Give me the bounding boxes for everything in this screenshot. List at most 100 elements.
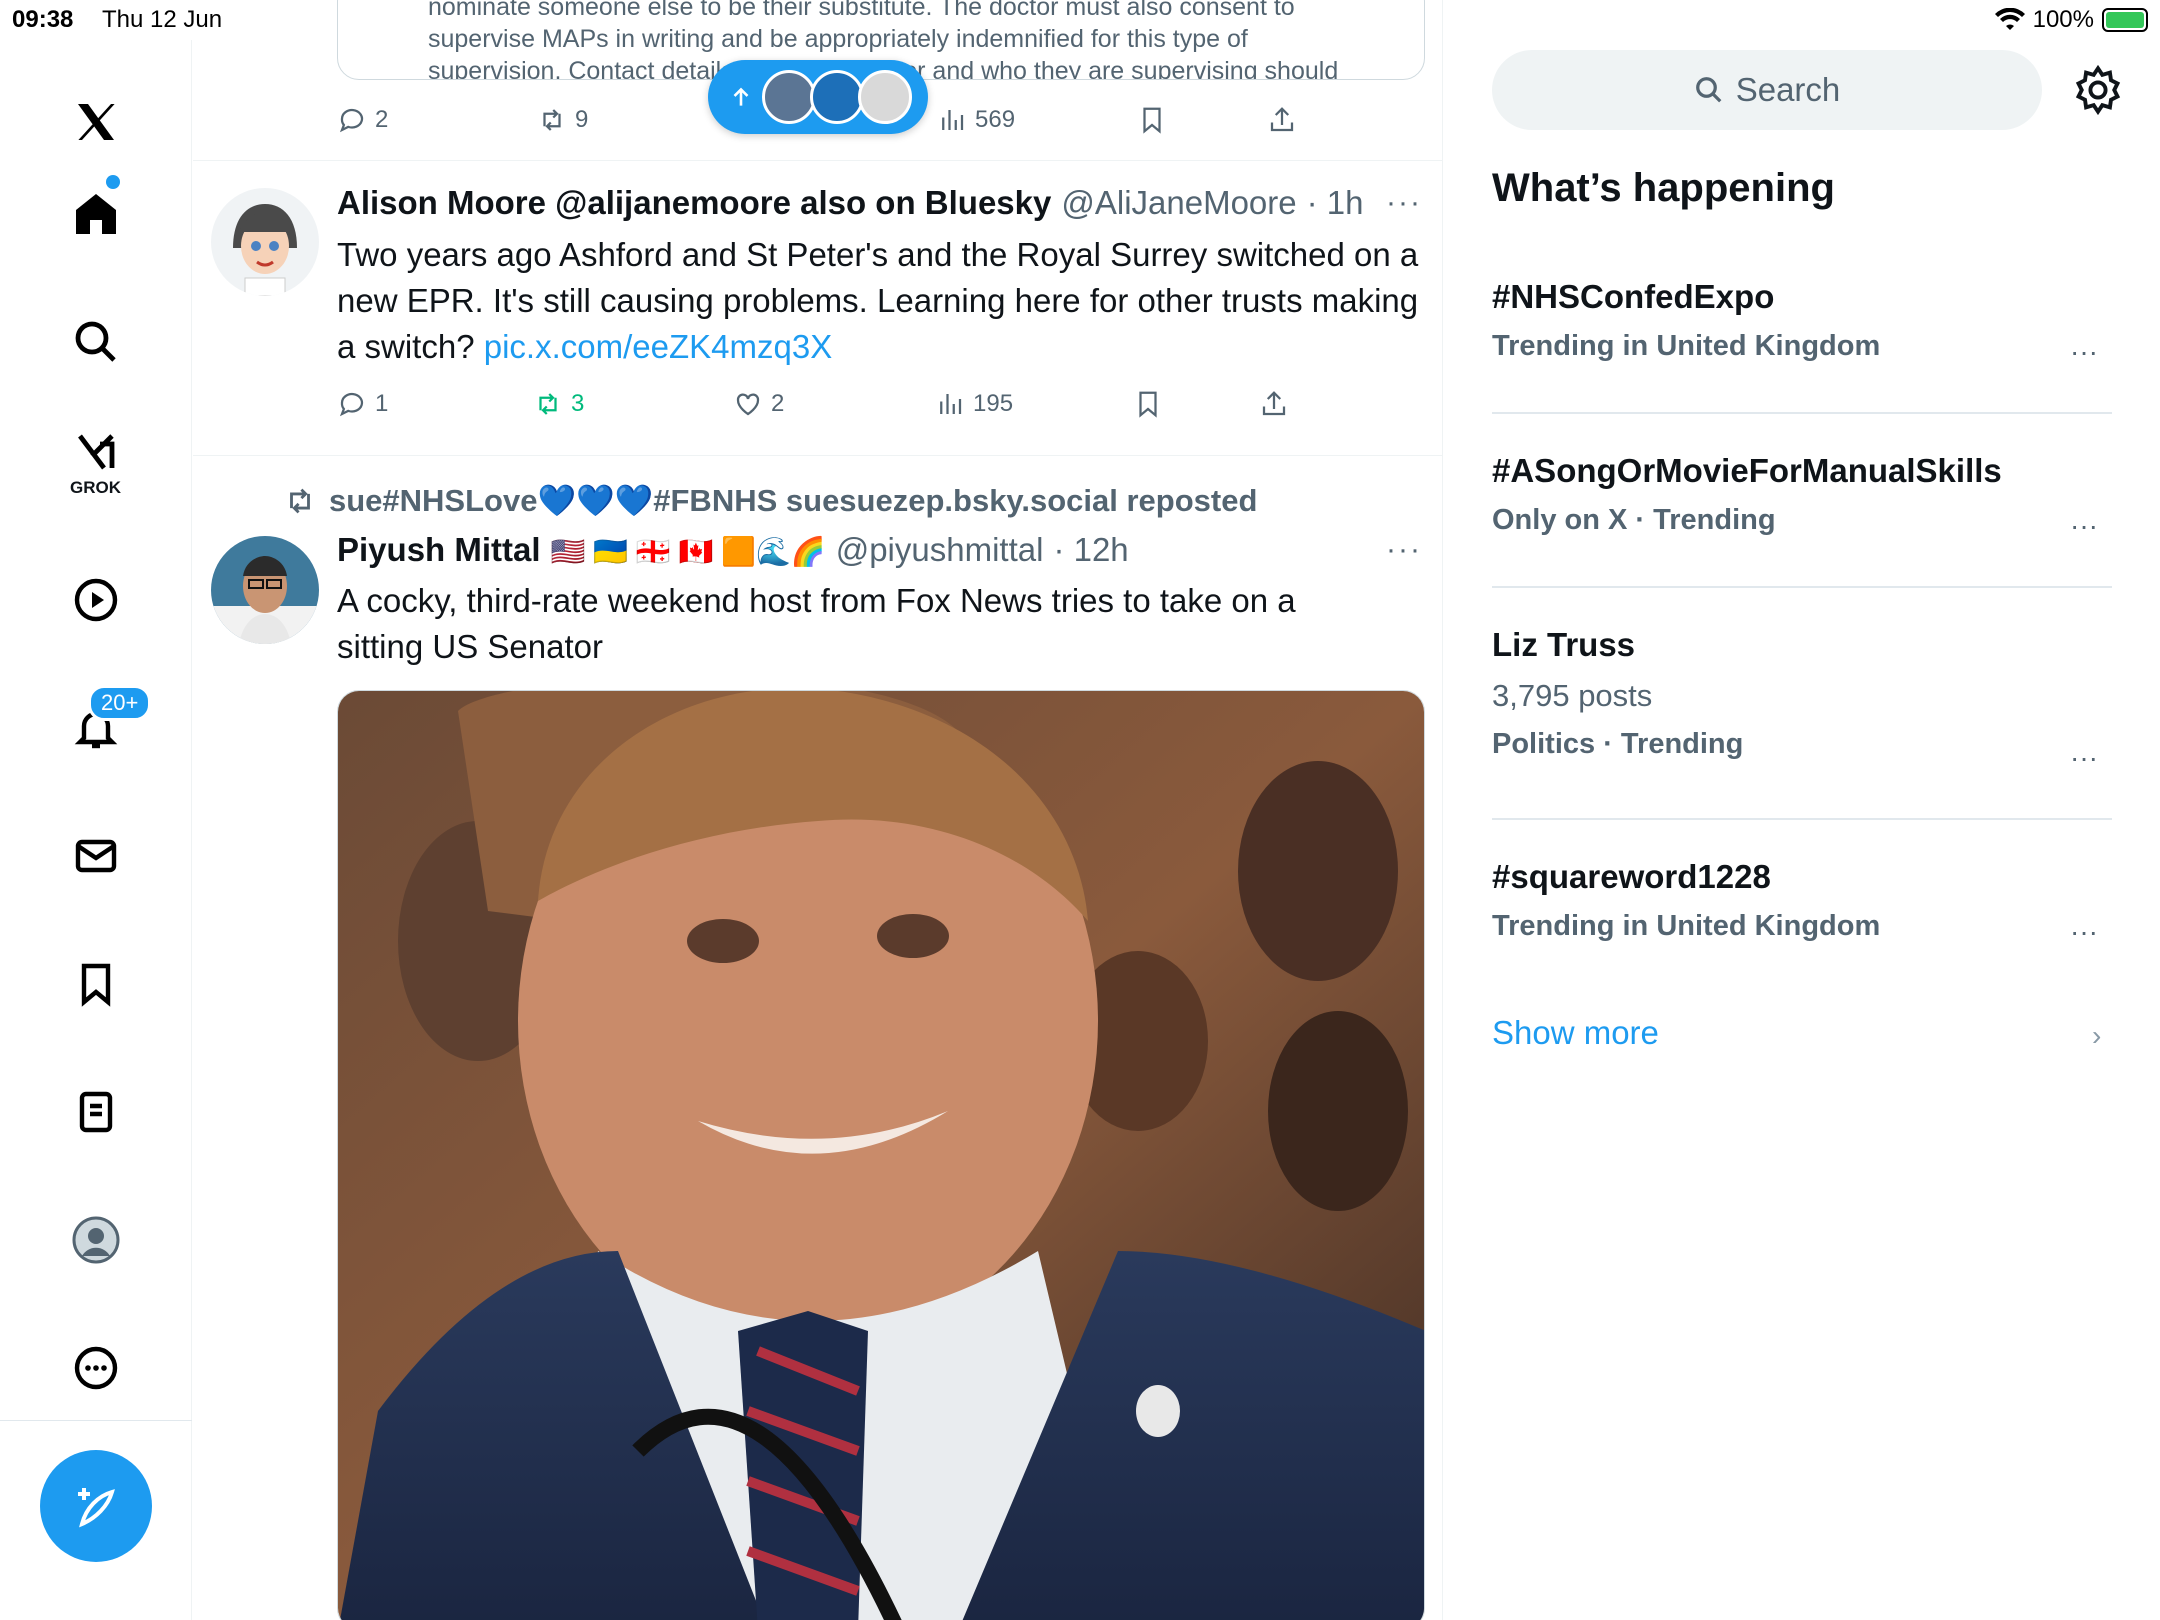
trend-name: Liz Truss xyxy=(1492,626,1636,663)
bookmark-icon xyxy=(1143,107,1161,134)
trend-divider xyxy=(1492,412,2112,414)
views-count: 569 xyxy=(975,106,1016,133)
post-link[interactable]: pic.x.com/eeZK4mzq3X xyxy=(484,328,832,365)
nav-divider xyxy=(0,1420,192,1421)
right-sidebar: Search What’s happening #NHSConfedExpo T… xyxy=(1444,0,2160,1620)
reply-count: 1 xyxy=(375,390,389,417)
post-time[interactable]: · 12h xyxy=(1053,531,1128,569)
chevron-right-icon: › xyxy=(2092,1020,2102,1051)
heart-icon xyxy=(736,393,760,416)
post-more-button[interactable]: ··· xyxy=(1386,533,1422,567)
views-button[interactable]: 195 xyxy=(935,389,1013,419)
profile-avatar-icon[interactable] xyxy=(64,1208,128,1272)
author-name[interactable]: Piyush Mittal xyxy=(337,531,541,569)
views-chart-icon xyxy=(942,110,964,130)
author-handle[interactable]: @AliJaneMoore xyxy=(1061,184,1296,222)
avatar[interactable] xyxy=(211,188,319,296)
author-handle[interactable]: @piyushmittal xyxy=(836,531,1044,569)
trend-context: Trending in United Kingdom xyxy=(1492,330,1881,362)
reposted-by-text: sue#NHSLove💙💙💙#FBNHS suesuezep.bsky.soci… xyxy=(329,483,1258,518)
post-text: A cocky, third-rate weekend host from Fo… xyxy=(337,582,1296,665)
pill-avatar xyxy=(762,70,816,124)
compose-post-button[interactable] xyxy=(40,1450,152,1562)
post-divider xyxy=(193,160,1442,161)
trend-context: Politics · Trending xyxy=(1492,728,1744,760)
bookmarks-icon[interactable] xyxy=(64,952,128,1016)
post-video-media[interactable] xyxy=(337,690,1425,1620)
author-flags: 🇺🇸 🇺🇦 🇬🇪 🇨🇦 🟧🌊🌈 xyxy=(550,536,826,567)
video-icon[interactable] xyxy=(64,568,128,632)
home-unread-dot xyxy=(106,175,120,189)
whats-happening-title: What’s happening xyxy=(1492,166,1835,210)
video-frame-image xyxy=(338,691,1424,1620)
trend-item[interactable]: Liz Truss 3,795 posts Politics · Trendin… xyxy=(1492,626,2112,773)
repost-button[interactable]: 3 xyxy=(533,389,584,419)
trend-name: #squareword1228 xyxy=(1492,858,1771,895)
reply-count: 2 xyxy=(375,106,389,133)
search-icon xyxy=(1695,77,1722,103)
author-name[interactable]: Alison Moore @alijanemoore also on Blues… xyxy=(337,184,1051,222)
reposted-by-line[interactable]: sue#NHSLove💙💙💙#FBNHS suesuezep.bsky.soci… xyxy=(283,482,1257,519)
share-button[interactable] xyxy=(1259,389,1289,419)
pill-avatar xyxy=(810,70,864,124)
views-button[interactable]: 569 xyxy=(937,105,1015,135)
repost-icon xyxy=(543,109,561,131)
grok-icon[interactable] xyxy=(64,420,128,484)
post-text: Two years ago Ashford and St Peter's and… xyxy=(337,232,1427,370)
trend-more-button[interactable]: ··· xyxy=(2070,742,2098,774)
left-nav: GROK 20+ xyxy=(0,40,192,1620)
messages-envelope-icon[interactable] xyxy=(64,824,128,888)
search-placeholder: Search xyxy=(1735,71,1841,108)
trend-more-button[interactable]: ··· xyxy=(2070,916,2098,948)
share-icon xyxy=(1262,391,1286,416)
trend-item[interactable]: #NHSConfedExpo Trending in United Kingdo… xyxy=(1492,278,2112,367)
trend-more-button[interactable]: ··· xyxy=(2070,336,2098,368)
post-time[interactable]: · 1h xyxy=(1307,184,1364,222)
repost-button[interactable]: 9 xyxy=(537,105,588,135)
compose-feather-icon xyxy=(78,1488,115,1528)
reply-button[interactable]: 2 xyxy=(337,105,388,135)
share-icon xyxy=(1270,107,1294,132)
notifications-badge: 20+ xyxy=(88,685,152,721)
reply-button[interactable]: 1 xyxy=(337,389,388,419)
trend-name: #ASongOrMovieForManualSkills xyxy=(1492,452,2002,489)
trend-item[interactable]: #squareword1228 Trending in United Kingd… xyxy=(1492,858,2112,947)
timeline-feed[interactable]: nominate someone else to be their substi… xyxy=(193,0,1443,1620)
views-count: 195 xyxy=(973,390,1014,417)
reply-icon xyxy=(339,392,364,417)
views-chart-icon xyxy=(940,394,962,414)
trend-more-button[interactable]: ··· xyxy=(2070,510,2098,542)
status-time: 09:38 xyxy=(12,6,74,33)
avatar[interactable] xyxy=(211,536,319,644)
post-divider xyxy=(193,455,1442,456)
lists-icon[interactable] xyxy=(64,1080,128,1144)
trend-divider xyxy=(1492,586,2112,588)
settings-gear-icon[interactable] xyxy=(2072,64,2124,116)
reply-icon xyxy=(339,108,364,133)
trend-divider xyxy=(1492,818,2112,820)
post-actions-bar: 1 3 2 195 xyxy=(337,384,1387,424)
x-logo-icon[interactable] xyxy=(64,90,128,154)
more-options-icon[interactable] xyxy=(64,1336,128,1400)
repost-icon xyxy=(539,393,557,415)
share-button[interactable] xyxy=(1267,105,1297,135)
like-count: 2 xyxy=(771,390,785,417)
pill-avatar xyxy=(858,70,912,124)
repost-count: 9 xyxy=(575,106,589,133)
search-input[interactable]: Search xyxy=(1492,50,2042,130)
grok-label: GROK xyxy=(70,478,121,497)
like-button[interactable]: 2 xyxy=(733,389,784,419)
post-more-button[interactable]: ··· xyxy=(1386,186,1422,220)
bookmark-button[interactable] xyxy=(1133,389,1163,419)
show-more-link[interactable]: Show more xyxy=(1492,1014,1659,1052)
trend-post-count: 3,795 posts xyxy=(1492,678,1653,713)
search-nav-icon[interactable] xyxy=(64,310,128,374)
trend-name: #NHSConfedExpo xyxy=(1492,278,1775,315)
post-header: Piyush Mittal 🇺🇸 🇺🇦 🇬🇪 🇨🇦 🟧🌊🌈 @piyushmit… xyxy=(337,531,1129,569)
trend-context: Only on X · Trending xyxy=(1492,504,1776,536)
new-posts-pill[interactable] xyxy=(708,60,928,134)
arrow-up-icon xyxy=(733,87,749,106)
trend-item[interactable]: #ASongOrMovieForManualSkills Only on X ·… xyxy=(1492,452,2112,541)
bookmark-button[interactable] xyxy=(1137,105,1167,135)
home-icon[interactable] xyxy=(64,182,128,246)
